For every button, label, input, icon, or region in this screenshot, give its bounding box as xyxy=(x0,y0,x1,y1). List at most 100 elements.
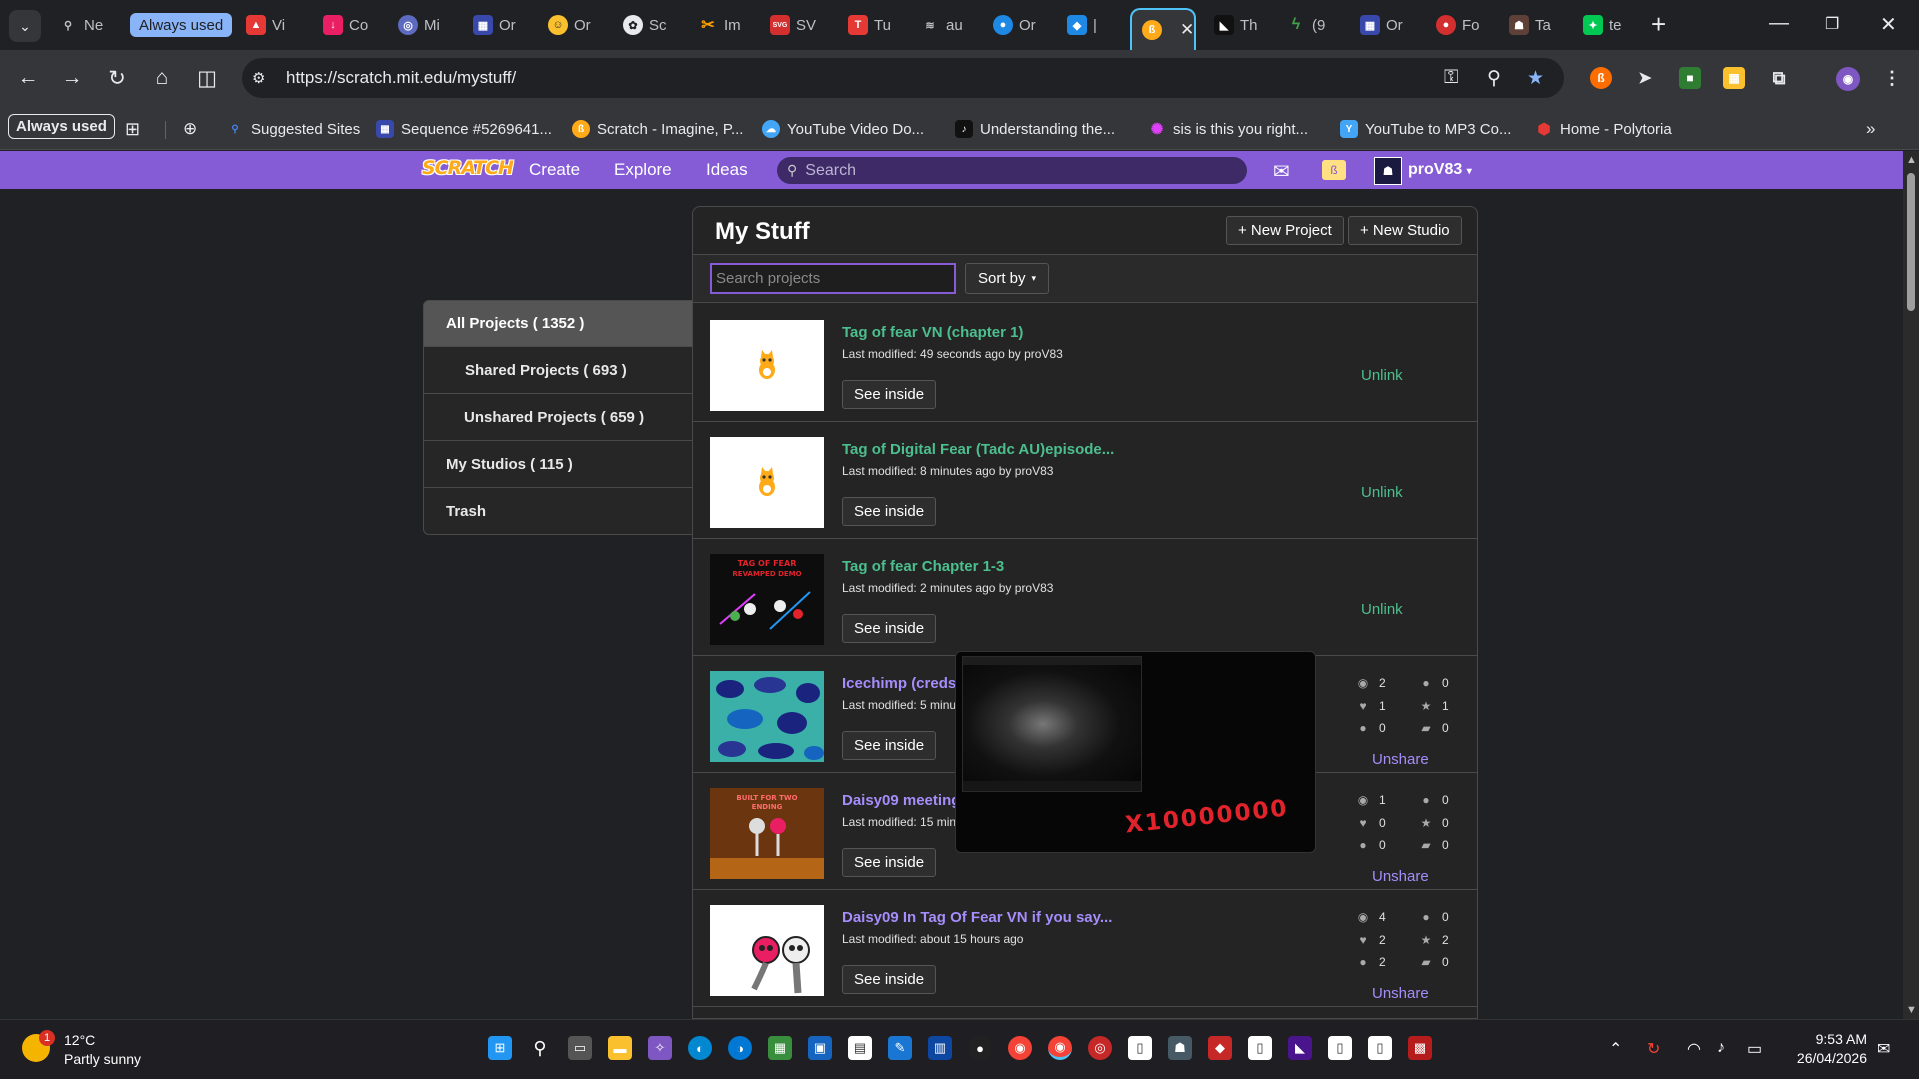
wifi-icon[interactable]: ◠ xyxy=(1687,1039,1701,1059)
apps-icon[interactable]: ⊞ xyxy=(125,118,140,140)
browser-tab[interactable]: SVG SV xyxy=(770,8,826,42)
browser-tab[interactable]: ✿ Sc xyxy=(623,8,675,42)
minecraft-icon[interactable]: ▦ xyxy=(768,1036,792,1060)
browser-tab[interactable]: ☗ Ta xyxy=(1509,8,1561,42)
file-icon[interactable]: ▯ xyxy=(1128,1036,1152,1060)
nav-link-ideas[interactable]: Ideas xyxy=(706,160,748,180)
sync-icon[interactable]: ↻ xyxy=(1647,1039,1660,1059)
see-inside-button[interactable]: See inside xyxy=(842,380,937,409)
profile-avatar[interactable]: ◉ xyxy=(1836,67,1860,91)
browser-tab[interactable]: ↓ Co xyxy=(323,8,375,42)
project-thumbnail[interactable] xyxy=(710,437,824,528)
unshare-button[interactable]: Unshare xyxy=(1372,751,1429,768)
scratch-search-input[interactable] xyxy=(805,161,1206,180)
app-icon[interactable]: ◎ xyxy=(1088,1036,1112,1060)
unlink-button[interactable]: Unlink xyxy=(1361,367,1403,384)
project-thumbnail[interactable] xyxy=(710,320,824,411)
browser-tab[interactable]: ✦ te xyxy=(1583,8,1635,42)
globe-icon[interactable]: ⊕ xyxy=(183,118,197,140)
file-icon[interactable]: ▯ xyxy=(1368,1036,1392,1060)
see-inside-button[interactable]: See inside xyxy=(842,848,937,877)
tab-group-chip[interactable]: Always used xyxy=(130,13,233,37)
tab-my-studios[interactable]: My Studios ( 115 ) xyxy=(423,441,693,488)
bookmark-item[interactable]: ✺ sis is this you right... xyxy=(1148,118,1308,140)
new-project-button[interactable]: + New Project xyxy=(1226,216,1344,245)
app-icon[interactable]: ▩ xyxy=(1408,1036,1432,1060)
browser-tab[interactable]: ϟ (9 xyxy=(1286,8,1338,42)
clock[interactable]: 9:53 AM 26/04/2026 xyxy=(1785,1030,1867,1068)
extension-icon[interactable]: ■ xyxy=(1679,67,1701,89)
bookmark-item[interactable]: ⚲ Suggested Sites xyxy=(226,118,360,140)
browser-tab[interactable]: ◣ Th xyxy=(1214,8,1266,42)
tab-search-button[interactable]: ⌄ xyxy=(9,10,41,42)
cursor-extension-icon[interactable]: ➤ xyxy=(1634,67,1656,89)
see-inside-button[interactable]: See inside xyxy=(842,965,937,994)
unshare-button[interactable]: Unshare xyxy=(1372,868,1429,885)
split-view-icon[interactable]: ◫ xyxy=(193,64,221,92)
new-studio-button[interactable]: + New Studio xyxy=(1348,216,1462,245)
volume-icon[interactable]: ♪ xyxy=(1717,1039,1725,1057)
task-view-icon[interactable]: ▭ xyxy=(568,1036,592,1060)
browser-tab[interactable]: ▦ Or xyxy=(1360,8,1412,42)
browser-tab[interactable]: ▲ Vi xyxy=(246,8,298,42)
my-stuff-folder-icon[interactable]: ß xyxy=(1322,160,1346,180)
forward-icon[interactable]: → xyxy=(58,64,86,92)
browser-tab[interactable]: T Tu xyxy=(848,8,900,42)
sort-by-dropdown[interactable]: Sort by ▾ xyxy=(965,263,1050,294)
project-title-link[interactable]: Icechimp (creds xyxy=(842,675,956,692)
app-icon[interactable]: ◣ xyxy=(1288,1036,1312,1060)
battery-icon[interactable]: ▭ xyxy=(1747,1039,1762,1059)
scratch-search[interactable]: ⚲ xyxy=(777,157,1247,184)
bookmark-group-chip[interactable]: Always used xyxy=(8,114,115,139)
scroll-down-icon[interactable]: ▼ xyxy=(1906,1004,1917,1016)
bookmark-item[interactable]: ⬢ Home - Polytoria xyxy=(1535,118,1671,140)
project-title-link[interactable]: Tag of Digital Fear (Tadc AU)episode... xyxy=(842,441,1114,458)
browser-tab[interactable]: ⚲ Ne xyxy=(58,8,110,42)
roblox-icon[interactable]: ◆ xyxy=(1208,1036,1232,1060)
bookmark-item[interactable]: ☁ YouTube Video Do... xyxy=(762,118,924,140)
nav-link-create[interactable]: Create xyxy=(529,160,580,180)
address-bar[interactable]: ⚙ https://scratch.mit.edu/mystuff/ ⚿ ⚲ ★ xyxy=(242,58,1564,98)
project-thumbnail[interactable] xyxy=(710,905,824,996)
close-window-icon[interactable]: ✕ xyxy=(1880,12,1897,37)
bookmark-item[interactable]: Y YouTube to MP3 Co... xyxy=(1340,118,1511,140)
chevron-up-icon[interactable]: ⌃ xyxy=(1609,1039,1622,1059)
search-icon[interactable]: ⚲ xyxy=(528,1036,552,1060)
browser-tab[interactable]: ◆ | xyxy=(1067,8,1115,42)
bookmark-star-icon[interactable]: ★ xyxy=(1527,67,1544,90)
close-icon[interactable]: ✕ xyxy=(1180,20,1194,40)
chrome-icon[interactable]: ◉ xyxy=(1008,1036,1032,1060)
project-title-link[interactable]: Tag of fear VN (chapter 1) xyxy=(842,324,1023,341)
bookmarks-overflow-icon[interactable]: » xyxy=(1866,118,1875,140)
store-icon[interactable]: ▤ xyxy=(848,1036,872,1060)
username-menu[interactable]: proV83 ▾ xyxy=(1408,161,1472,179)
bookmark-item[interactable]: ♪ Understanding the... xyxy=(955,118,1115,140)
edge-dev-icon[interactable]: ◐ xyxy=(688,1036,712,1060)
browser-tab[interactable]: ≋ au xyxy=(920,8,972,42)
chrome-active-icon[interactable]: ◉ xyxy=(1048,1036,1072,1060)
browser-tab[interactable]: ✂ Im xyxy=(698,8,750,42)
tab-trash[interactable]: Trash xyxy=(423,488,693,535)
project-title-link[interactable]: Daisy09 In Tag Of Fear VN if you say... xyxy=(842,909,1112,926)
tab-all-projects[interactable]: All Projects ( 1352 ) xyxy=(423,300,693,347)
unlink-button[interactable]: Unlink xyxy=(1361,601,1403,618)
browser-tab[interactable]: ▦ Or xyxy=(473,8,525,42)
menu-icon[interactable]: ⋮ xyxy=(1881,67,1903,89)
reload-icon[interactable]: ↻ xyxy=(103,64,131,92)
start-icon[interactable]: ⊞ xyxy=(488,1036,512,1060)
see-inside-button[interactable]: See inside xyxy=(842,614,937,643)
unshare-button[interactable]: Unshare xyxy=(1372,985,1429,1002)
app-icon[interactable]: ✎ xyxy=(888,1036,912,1060)
scrollbar-thumb[interactable] xyxy=(1907,173,1915,311)
browser-tab[interactable]: ◎ Mi xyxy=(398,8,450,42)
scratch-logo[interactable]: SCRATCH xyxy=(422,157,514,183)
minimize-icon[interactable]: — xyxy=(1769,12,1789,35)
tab-shared-projects[interactable]: Shared Projects ( 693 ) xyxy=(423,347,693,394)
app-icon[interactable]: ☗ xyxy=(1168,1036,1192,1060)
avatar[interactable]: ☗ xyxy=(1374,157,1402,185)
edge-icon[interactable]: ◑ xyxy=(728,1036,752,1060)
site-info-icon[interactable]: ⚙ xyxy=(252,69,274,87)
scroll-up-icon[interactable]: ▲ xyxy=(1906,154,1917,166)
project-thumbnail[interactable] xyxy=(710,671,824,762)
messages-icon[interactable]: ✉ xyxy=(1273,159,1290,184)
